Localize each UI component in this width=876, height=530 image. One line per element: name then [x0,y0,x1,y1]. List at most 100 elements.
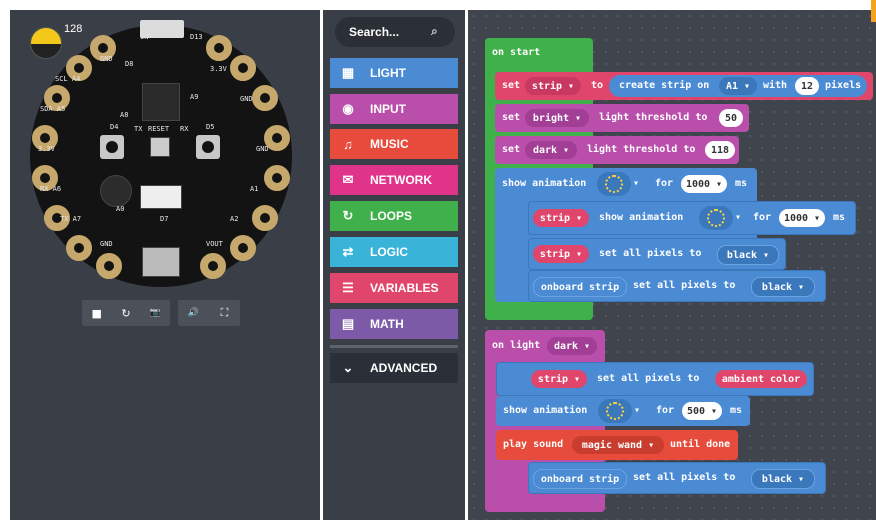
category-loops[interactable]: ↻ LOOPS [330,201,458,231]
pixel-count-input[interactable]: 12 [795,77,819,95]
for-keyword: for [656,405,675,416]
fullscreen-icon[interactable]: ⛶ [214,306,236,320]
strip-show-animation-block[interactable]: strip ▾ show animation ▾ for 1000 ▾ ms [528,201,856,235]
board-label: D8 [125,60,134,68]
animation-picker[interactable] [699,206,733,230]
strip-var-dropdown[interactable]: strip ▾ [533,245,589,263]
pad[interactable] [230,55,256,81]
board-label: VOUT [206,240,223,248]
animation-picker[interactable] [597,172,631,196]
category-label: LOOPS [370,209,413,223]
animation-picker[interactable] [598,399,632,423]
category-logic[interactable]: ⇄ LOGIC [330,237,458,267]
category-label: LOGIC [370,245,408,259]
sound-icon[interactable]: 🔊 [183,308,205,318]
category-advanced[interactable]: ⌄ ADVANCED [330,353,458,383]
pad[interactable] [264,165,290,191]
category-label: MUSIC [370,137,409,151]
category-light[interactable]: ▦ LIGHT [330,58,458,88]
target-icon: ◉ [342,101,354,116]
stop-icon[interactable]: ■ [86,307,108,320]
button-b[interactable] [196,135,220,159]
pad[interactable] [66,235,92,261]
category-music[interactable]: ♫ MUSIC [330,129,458,159]
board-label: GND [100,55,113,63]
board-label: GND [100,240,113,248]
pad[interactable] [252,85,278,111]
reset-button[interactable] [150,137,170,157]
category-network[interactable]: ✉ NETWORK [330,165,458,195]
shuffle-icon: ⇄ [342,244,354,259]
circuit-playground-board[interactable]: D8 GND ON D13 SCL A4 3.3V GND A9 SDA A5 … [30,25,292,287]
light-condition-dropdown[interactable]: dark ▾ [547,337,597,355]
show-animation-block-2[interactable]: show animation ▾ for 500 ▾ ms [496,396,750,426]
board-label: RESET [148,125,170,133]
category-label: INPUT [370,102,406,116]
category-variables[interactable]: ☰ VARIABLES [330,273,458,303]
restart-icon[interactable]: ↻ [115,307,137,320]
category-label: NETWORK [370,173,432,187]
category-label: LIGHT [370,66,406,80]
to-keyword: to [591,80,604,91]
pad[interactable] [252,205,278,231]
chat-icon: ✉ [342,172,354,187]
color-dropdown[interactable]: black ▾ [717,245,779,265]
bright-threshold-input[interactable]: 50 [719,109,743,127]
simulator-controls: ■ ↻ 📷 [82,300,170,326]
animation-dropdown-arrow[interactable]: ▾ [633,178,639,189]
set-all-pixels-label: set all pixels to [633,280,736,291]
button-a[interactable] [100,135,124,159]
color-dropdown[interactable]: black ▾ [751,469,815,489]
usb-connector [140,20,184,38]
pad[interactable] [206,35,232,61]
set-bright-block[interactable]: set bright ▾ light threshold to 50 [495,104,749,132]
bright-var-dropdown[interactable]: bright ▾ [525,109,589,127]
board-label: A8 [120,111,129,119]
headphones-icon: ♫ [343,136,353,152]
board-label: A1 [250,185,259,193]
set-strip-block[interactable]: set strip ▾ to create strip on A1 ▾ with… [495,72,873,100]
sound-dropdown[interactable]: magic wand ▾ [572,436,664,454]
animation-dropdown-arrow[interactable]: ▾ [735,212,741,223]
for-keyword: for [753,212,772,223]
duration-input[interactable]: 1000 ▾ [681,175,727,193]
board-label: 3.3V [38,145,55,153]
duration-input[interactable]: 500 ▾ [682,402,722,420]
strip-set-all-block[interactable]: strip ▾ set all pixels to black ▾ [528,238,786,270]
pad[interactable] [200,253,226,279]
ambient-color-block[interactable]: ambient color [715,370,807,388]
strip-var-dropdown[interactable]: strip ▾ [525,77,581,95]
speaker [100,175,132,207]
strip-var-dropdown[interactable]: strip ▾ [533,209,589,227]
light-sensor-indicator[interactable] [30,27,62,59]
camera-icon[interactable]: 📷 [144,308,166,318]
until-done-label: until done [670,439,731,450]
battery-connector [142,247,180,277]
play-sound-label: play sound [503,439,564,450]
pixels-keyword: pixels [825,80,862,91]
strip-var-dropdown[interactable]: strip ▾ [531,370,587,388]
category-math[interactable]: ▤ MATH [330,309,458,339]
dark-threshold-input[interactable]: 118 [705,141,735,159]
dark-var-dropdown[interactable]: dark ▾ [525,141,577,159]
search-input[interactable]: Search... ⌕ [335,17,455,47]
show-animation-label: show animation [503,405,588,416]
slide-switch[interactable] [140,185,182,209]
set-dark-block[interactable]: set dark ▾ light threshold to 118 [495,136,739,164]
color-dropdown[interactable]: black ▾ [751,277,815,297]
onboard-strip-var[interactable]: onboard strip [533,469,627,489]
chevron-down-icon: ⌄ [342,360,354,375]
pad[interactable] [230,235,256,261]
play-sound-block[interactable]: play sound magic wand ▾ until done [496,430,738,460]
toolbox-divider [330,345,458,348]
onboard-set-all-block-2[interactable]: onboard strip set all pixels to black ▾ [528,462,826,494]
pad[interactable] [96,253,122,279]
strip-ambient-block[interactable]: strip ▾ set all pixels to ambient color [496,362,814,396]
onboard-strip-var[interactable]: onboard strip [533,277,627,297]
category-input[interactable]: ◉ INPUT [330,94,458,124]
threshold-label: light threshold to [599,112,708,123]
onboard-set-all-block[interactable]: onboard strip set all pixels to black ▾ [528,270,826,302]
animation-dropdown-arrow[interactable]: ▾ [634,405,640,416]
pin-dropdown[interactable]: A1 ▾ [719,77,757,95]
duration-input[interactable]: 1000 ▾ [779,209,825,227]
